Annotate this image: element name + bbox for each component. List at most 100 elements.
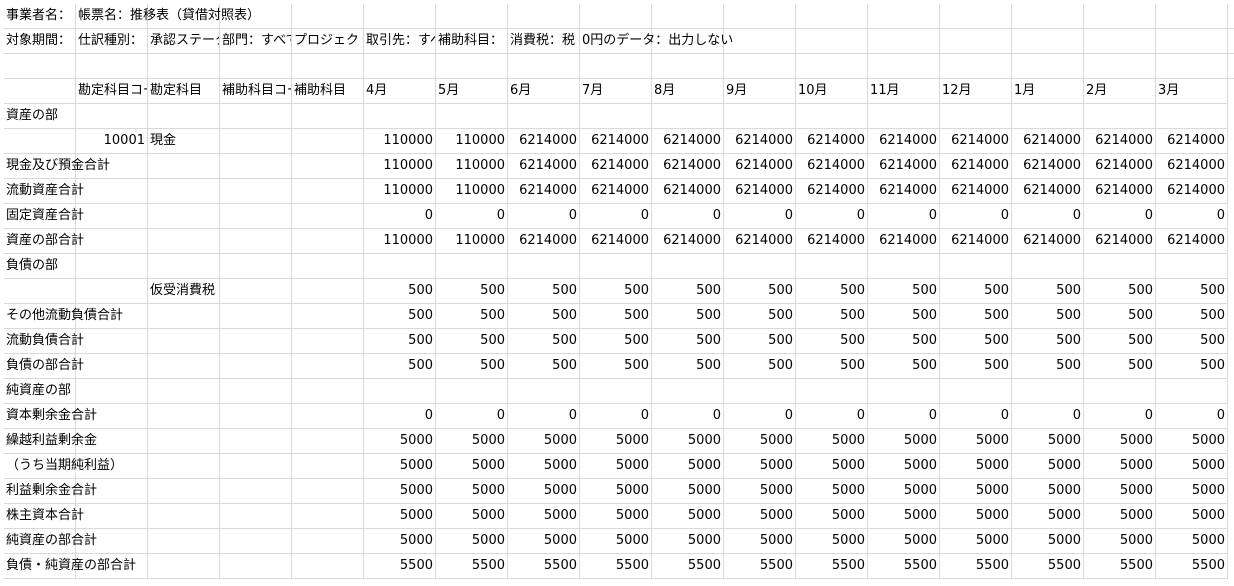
row-month-value[interactable]: 6214000 bbox=[1156, 129, 1228, 154]
header-month[interactable]: 3月 bbox=[1156, 79, 1228, 104]
row-month-value[interactable] bbox=[796, 104, 868, 129]
row-month-value[interactable]: 5000 bbox=[724, 529, 796, 554]
row-month-value[interactable] bbox=[724, 104, 796, 129]
row-account-name[interactable] bbox=[148, 204, 220, 229]
row-month-value[interactable]: 0 bbox=[1012, 404, 1084, 429]
cell-filter-d[interactable]: 部門：すべて bbox=[220, 29, 292, 54]
row-month-value[interactable]: 500 bbox=[940, 304, 1012, 329]
row-month-value[interactable]: 5500 bbox=[1084, 554, 1156, 579]
row-month-value[interactable] bbox=[652, 254, 724, 279]
row-month-value[interactable]: 0 bbox=[940, 204, 1012, 229]
header-month[interactable]: 1月 bbox=[1012, 79, 1084, 104]
row-sub-code[interactable] bbox=[220, 304, 292, 329]
row-month-value[interactable]: 6214000 bbox=[1156, 179, 1228, 204]
row-month-value[interactable] bbox=[652, 379, 724, 404]
empty-cell[interactable] bbox=[292, 54, 364, 79]
row-month-value[interactable]: 500 bbox=[508, 354, 580, 379]
row-month-value[interactable]: 500 bbox=[580, 279, 652, 304]
row-month-value[interactable]: 500 bbox=[580, 329, 652, 354]
row-account-code[interactable] bbox=[76, 104, 148, 129]
row-month-value[interactable]: 500 bbox=[868, 354, 940, 379]
row-month-value[interactable]: 6214000 bbox=[796, 229, 868, 254]
row-account-name[interactable] bbox=[148, 254, 220, 279]
row-account-name[interactable] bbox=[148, 379, 220, 404]
empty-cell[interactable] bbox=[1084, 4, 1156, 29]
row-month-value[interactable]: 6214000 bbox=[652, 229, 724, 254]
row-month-value[interactable] bbox=[1156, 254, 1228, 279]
row-sub-name[interactable] bbox=[292, 479, 364, 504]
row-month-value[interactable]: 5000 bbox=[580, 454, 652, 479]
empty-cell[interactable] bbox=[220, 54, 292, 79]
empty-cell[interactable] bbox=[1084, 54, 1156, 79]
row-label[interactable] bbox=[4, 129, 76, 154]
row-month-value[interactable]: 5000 bbox=[1084, 479, 1156, 504]
row-month-value[interactable]: 500 bbox=[1084, 354, 1156, 379]
row-month-value[interactable]: 5000 bbox=[580, 504, 652, 529]
row-month-value[interactable]: 500 bbox=[508, 279, 580, 304]
row-month-value[interactable]: 6214000 bbox=[1084, 179, 1156, 204]
row-account-name[interactable] bbox=[148, 404, 220, 429]
row-month-value[interactable]: 5000 bbox=[1084, 504, 1156, 529]
row-month-value[interactable]: 500 bbox=[1012, 329, 1084, 354]
row-month-value[interactable] bbox=[1084, 104, 1156, 129]
row-month-value[interactable] bbox=[508, 379, 580, 404]
row-month-value[interactable]: 5000 bbox=[796, 454, 868, 479]
row-sub-code[interactable] bbox=[220, 504, 292, 529]
row-account-name[interactable] bbox=[148, 429, 220, 454]
empty-cell[interactable] bbox=[1012, 29, 1084, 54]
row-account-code[interactable] bbox=[76, 229, 148, 254]
row-month-value[interactable] bbox=[436, 254, 508, 279]
cell-filter-e[interactable]: プロジェクト： bbox=[292, 29, 364, 54]
row-month-value[interactable]: 6214000 bbox=[796, 179, 868, 204]
row-month-value[interactable]: 5000 bbox=[868, 454, 940, 479]
row-label[interactable]: 資産の部 bbox=[4, 104, 76, 129]
row-month-value[interactable]: 0 bbox=[652, 204, 724, 229]
row-month-value[interactable]: 5000 bbox=[364, 454, 436, 479]
row-account-name[interactable] bbox=[148, 304, 220, 329]
row-month-value[interactable]: 5500 bbox=[508, 554, 580, 579]
row-month-value[interactable]: 6214000 bbox=[652, 129, 724, 154]
row-month-value[interactable]: 500 bbox=[1084, 304, 1156, 329]
row-month-value[interactable]: 110000 bbox=[364, 129, 436, 154]
row-month-value[interactable]: 500 bbox=[796, 279, 868, 304]
row-month-value[interactable]: 5000 bbox=[1084, 529, 1156, 554]
empty-cell[interactable] bbox=[4, 54, 76, 79]
row-month-value[interactable]: 5000 bbox=[436, 454, 508, 479]
row-month-value[interactable]: 500 bbox=[796, 329, 868, 354]
cell-filter-g[interactable]: 補助科目： bbox=[436, 29, 508, 54]
row-month-value[interactable]: 5000 bbox=[1156, 429, 1228, 454]
row-month-value[interactable]: 0 bbox=[580, 404, 652, 429]
row-month-value[interactable]: 6214000 bbox=[724, 179, 796, 204]
row-month-value[interactable]: 5000 bbox=[940, 454, 1012, 479]
row-month-value[interactable]: 5500 bbox=[580, 554, 652, 579]
row-sub-name[interactable] bbox=[292, 204, 364, 229]
row-month-value[interactable]: 500 bbox=[1156, 354, 1228, 379]
row-month-value[interactable] bbox=[724, 379, 796, 404]
row-label[interactable]: 流動資産合計 bbox=[4, 179, 84, 204]
row-month-value[interactable]: 500 bbox=[364, 279, 436, 304]
row-month-value[interactable]: 500 bbox=[1084, 329, 1156, 354]
row-month-value[interactable] bbox=[796, 379, 868, 404]
row-sub-code[interactable] bbox=[220, 354, 292, 379]
row-month-value[interactable]: 0 bbox=[364, 404, 436, 429]
row-month-value[interactable]: 6214000 bbox=[1156, 229, 1228, 254]
row-month-value[interactable]: 5500 bbox=[1012, 554, 1084, 579]
row-month-value[interactable]: 5500 bbox=[868, 554, 940, 579]
row-month-value[interactable]: 110000 bbox=[364, 179, 436, 204]
row-label[interactable]: 固定資産合計 bbox=[4, 204, 84, 229]
empty-cell[interactable] bbox=[436, 54, 508, 79]
header-month[interactable]: 12月 bbox=[940, 79, 1012, 104]
row-month-value[interactable]: 110000 bbox=[364, 154, 436, 179]
row-month-value[interactable]: 500 bbox=[652, 354, 724, 379]
row-month-value[interactable]: 0 bbox=[724, 404, 796, 429]
row-account-name[interactable] bbox=[148, 104, 220, 129]
row-month-value[interactable]: 6214000 bbox=[580, 129, 652, 154]
empty-cell[interactable] bbox=[292, 4, 364, 29]
row-label[interactable]: 繰越利益剰余金 bbox=[4, 429, 97, 454]
empty-cell[interactable] bbox=[724, 29, 796, 54]
row-month-value[interactable]: 5000 bbox=[1156, 454, 1228, 479]
row-sub-code[interactable] bbox=[220, 429, 292, 454]
row-month-value[interactable]: 500 bbox=[868, 279, 940, 304]
row-month-value[interactable]: 5500 bbox=[652, 554, 724, 579]
row-month-value[interactable] bbox=[1084, 254, 1156, 279]
